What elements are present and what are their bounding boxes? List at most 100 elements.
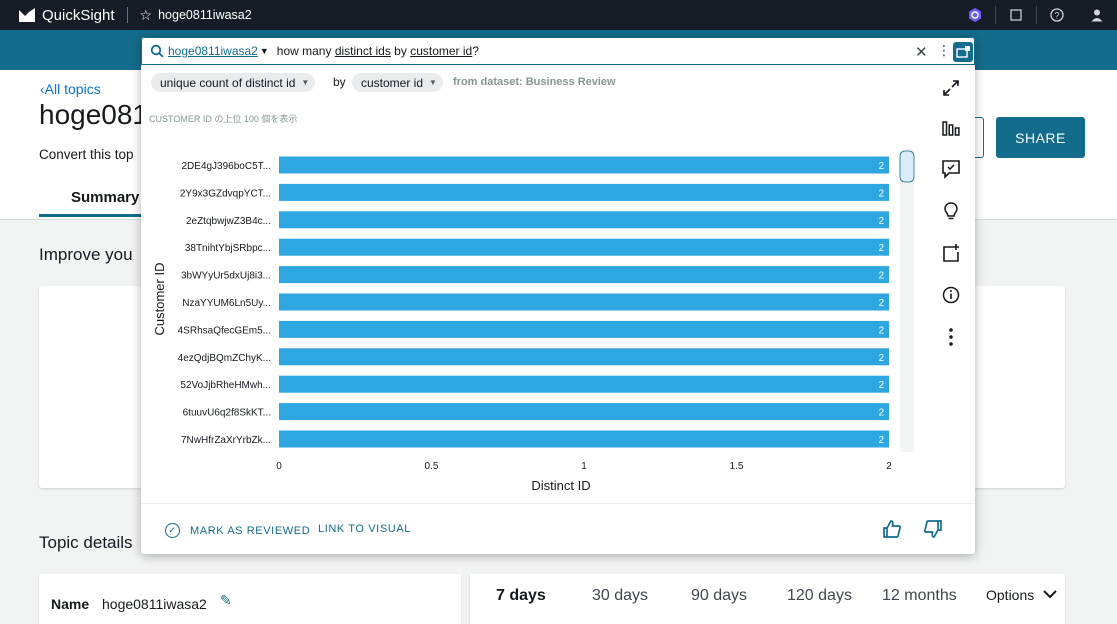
search-icon <box>150 44 164 58</box>
question-field-customer-id: customer id <box>410 44 473 58</box>
page-subtitle: Convert this top <box>39 147 134 162</box>
pencil-icon[interactable]: ✎ <box>220 592 232 609</box>
chart-bar[interactable] <box>279 293 889 311</box>
measure-chip[interactable]: unique count of distinct id ▼ <box>151 73 316 92</box>
chart-bar[interactable] <box>279 320 889 338</box>
y-tick-label: 3bWYyUr5dxUj8i3... <box>181 271 271 282</box>
by-label: by <box>333 75 346 89</box>
add-to-analysis-icon[interactable] <box>939 241 963 265</box>
user-icon[interactable] <box>1089 7 1105 23</box>
top-bar-actions: ? <box>955 0 1117 30</box>
data-label: 2 <box>878 161 884 172</box>
q-search-bar[interactable]: hoge0811iwasa2 ▼ how many distinct ids b… <box>141 37 975 65</box>
y-tick-label: 4SRhsaQfecGEm5... <box>178 325 271 336</box>
caret-down-icon: ▼ <box>301 78 310 87</box>
top-bar: QuickSight ☆ hoge0811iwasa2 ? <box>0 0 1117 30</box>
share-button[interactable]: SHARE <box>996 117 1085 158</box>
x-tick-label: 1 <box>581 461 587 472</box>
chart-scroll-thumb <box>899 150 915 183</box>
caret-down-icon[interactable]: ▼ <box>260 46 269 56</box>
check-circle-icon: ✓ <box>165 523 180 538</box>
pin-visual-button[interactable] <box>953 42 973 62</box>
chart-bar[interactable] <box>279 430 889 448</box>
expand-icon[interactable] <box>939 76 963 100</box>
options-dropdown[interactable]: Options <box>986 587 1058 603</box>
y-tick-label: 6tuuvU6q2f8SkKT... <box>183 408 271 419</box>
y-tick-label: 38TnihtYbjSRbpc... <box>185 243 271 254</box>
chart-bar[interactable] <box>279 348 889 366</box>
measure-chip-label: unique count of distinct id <box>160 75 296 90</box>
lightbulb-icon[interactable] <box>939 199 963 223</box>
tab-summary[interactable]: Summary <box>71 189 139 206</box>
data-label: 2 <box>878 216 884 227</box>
quicksight-icon <box>19 8 35 22</box>
star-icon[interactable]: ☆ <box>140 7 153 24</box>
data-label: 2 <box>878 298 884 309</box>
dimension-chip[interactable]: customer id ▼ <box>352 73 443 92</box>
chart-scroll-track <box>900 149 914 452</box>
data-label: 2 <box>878 271 884 282</box>
mark-as-reviewed-button[interactable]: ✓ MARK AS REVIEWED <box>165 523 310 538</box>
data-label: 2 <box>878 188 884 199</box>
close-icon[interactable]: ✕ <box>915 43 928 61</box>
chart-bar[interactable] <box>279 266 889 284</box>
data-label: 2 <box>878 325 884 336</box>
question-prefix: how many <box>276 44 335 58</box>
notifications-icon[interactable] <box>1008 7 1024 23</box>
dataset-label: from dataset: Business Review <box>453 76 616 88</box>
x-tick-label: 2 <box>886 461 892 472</box>
thumbs-down-icon[interactable] <box>922 518 946 542</box>
question-field-distinct-ids: distinct ids <box>334 44 391 58</box>
data-label: 2 <box>878 243 884 254</box>
chart-bar[interactable] <box>279 238 889 256</box>
y-tick-label: 2Y9x3GZdvqpYCT... <box>180 188 271 199</box>
feedback-icon[interactable] <box>939 157 963 181</box>
q-assistant-icon[interactable] <box>967 7 983 23</box>
options-label: Options <box>986 587 1035 603</box>
help-icon[interactable]: ? <box>1049 7 1065 23</box>
y-tick-label: 2eZtqbwjwZ3B4c... <box>186 216 271 227</box>
x-axis-label: Distinct ID <box>531 478 590 493</box>
thumbs-up-icon[interactable] <box>881 518 905 542</box>
range-tab-30-days[interactable]: 30 days <box>592 587 648 605</box>
chart-type-icon[interactable] <box>939 116 963 140</box>
chart-bar[interactable] <box>279 183 889 201</box>
range-tab-90-days[interactable]: 90 days <box>691 587 747 605</box>
topic-selector[interactable]: hoge0811iwasa2 <box>168 44 258 58</box>
topic-details-heading: Topic details <box>39 533 133 552</box>
data-label: 2 <box>878 380 884 391</box>
chart-bar[interactable] <box>279 375 889 393</box>
question-suffix: ? <box>472 44 479 58</box>
all-topics-link[interactable]: ‹All topics <box>40 81 101 97</box>
divider <box>141 503 975 504</box>
current-topic: ☆ hoge0811iwasa2 <box>140 7 252 24</box>
range-tab-7-days[interactable]: 7 days <box>496 587 546 605</box>
bar-chart[interactable]: 2DE4gJ396boC5T... 2 2Y9x3GZdvqpYCT... 2 2eZt… <box>141 137 931 499</box>
current-topic-label: hoge0811iwasa2 <box>158 8 252 22</box>
chart-bar[interactable] <box>279 211 889 229</box>
app-logo[interactable]: QuickSight <box>18 7 115 24</box>
data-label: 2 <box>878 408 884 419</box>
more-vertical-icon[interactable] <box>939 325 963 349</box>
y-tick-label: NzaYYUM6Ln5Uy... <box>182 298 271 309</box>
pin-icon <box>956 46 970 58</box>
divider <box>126 7 128 23</box>
chart-bar[interactable] <box>279 403 889 421</box>
y-tick-label: 52VoJjbRheHMwh... <box>180 380 271 391</box>
chevron-down-icon <box>1042 588 1058 602</box>
range-card: 7 days 30 days 90 days 120 days 12 month… <box>470 574 1065 624</box>
info-icon[interactable] <box>939 283 963 307</box>
chart-bar[interactable] <box>279 156 889 174</box>
name-value: hoge0811iwasa2 <box>102 596 207 612</box>
link-to-visual-button[interactable]: LINK TO VISUAL <box>318 523 411 535</box>
data-label: 2 <box>878 435 884 446</box>
y-tick-label: 4ezQdjBQmZChyK... <box>178 353 271 364</box>
improve-heading: Improve you <box>39 245 133 264</box>
range-tab-120-days[interactable]: 120 days <box>787 587 852 605</box>
y-tick-label: 2DE4gJ396boC5T... <box>181 161 271 172</box>
range-tab-12-months[interactable]: 12 months <box>882 587 957 605</box>
question-text[interactable]: how many distinct ids by customer id? <box>277 44 479 58</box>
mark-as-reviewed-label: MARK AS REVIEWED <box>190 524 311 537</box>
caret-down-icon: ▼ <box>429 78 437 87</box>
more-vertical-icon[interactable]: ⋮ <box>937 42 951 59</box>
